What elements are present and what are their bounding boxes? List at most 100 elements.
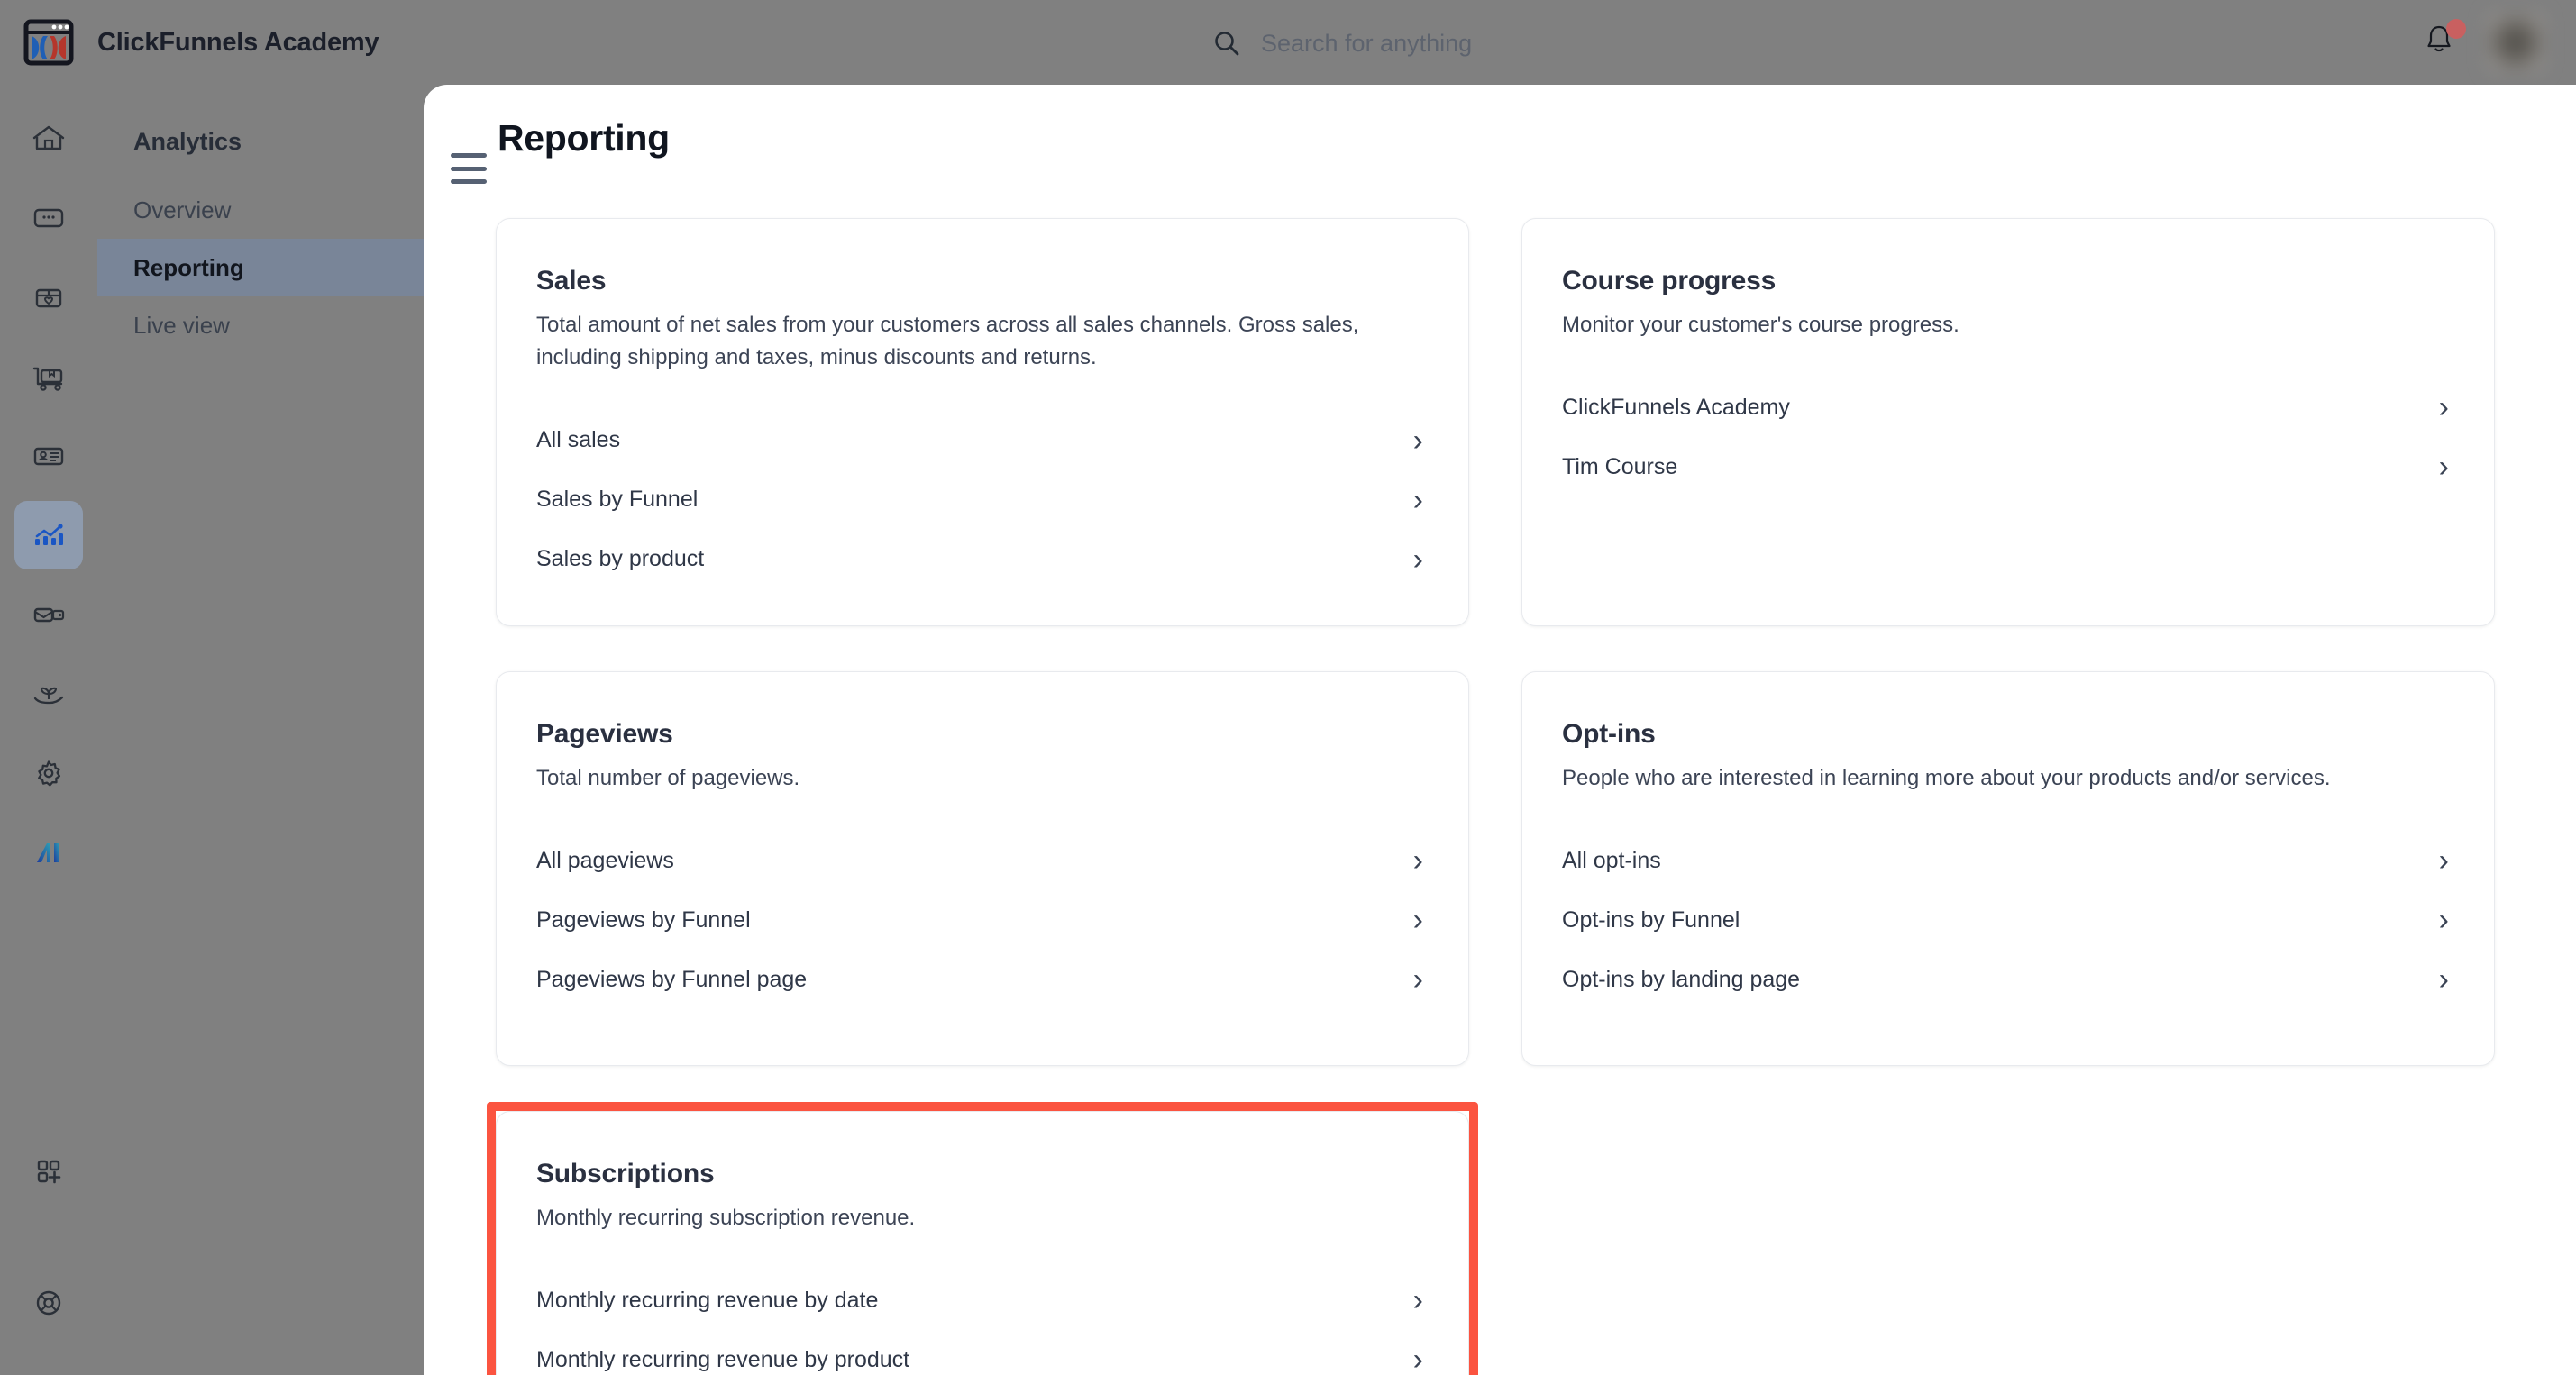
sidebar-item-label: Live view [133, 311, 230, 339]
chevron-right-icon: › [2438, 903, 2449, 938]
card-pageviews: Pageviews Total number of pageviews. All… [496, 670, 1469, 1066]
sidebar-item-apps[interactable] [14, 1137, 83, 1206]
sidebar-item-ai[interactable] [14, 818, 83, 887]
card-links: ClickFunnels Academy › Tim Course › [1562, 378, 2454, 496]
chevron-right-icon: › [2438, 390, 2449, 425]
link-tim-course[interactable]: Tim Course › [1562, 437, 2454, 496]
sidebar-item-pages[interactable] [14, 184, 83, 252]
sidebar-item-email-marketing[interactable] [14, 580, 83, 649]
notifications-button[interactable] [2421, 19, 2466, 63]
hamburger-bar [451, 153, 487, 158]
link-all-pageviews[interactable]: All pageviews › [536, 831, 1429, 890]
link-label: All pageviews [536, 847, 674, 873]
home-icon [32, 125, 65, 150]
sidebar-item-analytics[interactable] [14, 501, 83, 569]
sidebar-item-growth[interactable] [14, 660, 83, 728]
chevron-right-icon: › [1412, 903, 1423, 938]
chevron-right-icon: › [1412, 542, 1423, 577]
chevron-right-icon: › [1412, 482, 1423, 517]
sidebar-list: Overview Reporting Live view [97, 181, 424, 354]
sidebar-item-shipping[interactable] [14, 342, 83, 411]
link-mrr-by-date[interactable]: Monthly recurring revenue by date › [536, 1270, 1429, 1330]
link-label: Pageviews by Funnel [536, 906, 751, 933]
link-opt-ins-by-landing-page[interactable]: Opt-ins by landing page › [1562, 950, 2454, 1009]
card-description: Monthly recurring subscription revenue. [536, 1205, 916, 1230]
card-description: People who are interested in learning mo… [1562, 765, 2331, 790]
avatar[interactable] [2486, 13, 2545, 72]
email-marketing-icon [33, 607, 65, 623]
link-pageviews-by-funnel[interactable]: Pageviews by Funnel › [536, 890, 1429, 950]
settings-gear-icon [38, 760, 61, 787]
notification-badge [2446, 19, 2466, 39]
help-lifebuoy-icon [36, 1290, 61, 1316]
main-panel: Reporting Sales Total amount of net sale… [424, 85, 2576, 1375]
card-subscriptions: Subscriptions Monthly recurring subscrip… [496, 1110, 1469, 1375]
link-all-opt-ins[interactable]: All opt-ins › [1562, 831, 2454, 890]
clickfunnels-logo-icon [23, 19, 74, 66]
plant-hand-icon [33, 687, 64, 705]
sidebar-item-settings[interactable] [14, 739, 83, 807]
link-label: All opt-ins [1562, 847, 1661, 873]
card-sales: Sales Total amount of net sales from you… [496, 218, 1469, 626]
sidebar-section-title: Analytics [133, 128, 242, 155]
link-label: ClickFunnels Academy [1562, 394, 1790, 420]
card-links: Monthly recurring revenue by date › Mont… [536, 1270, 1429, 1375]
sidebar-item-live-view[interactable]: Live view [97, 296, 424, 354]
sidebar-item-overview[interactable]: Overview [97, 181, 424, 239]
search-input[interactable] [1261, 29, 1730, 58]
card-description: Total number of pageviews. [536, 765, 800, 790]
sidebar-item-label: Reporting [133, 253, 244, 281]
hamburger-icon[interactable] [451, 153, 487, 184]
chevron-right-icon: › [1412, 843, 1423, 879]
link-sales-by-funnel[interactable]: Sales by Funnel › [536, 470, 1429, 530]
hamburger-bar [451, 179, 487, 184]
chevron-right-icon: › [1412, 1283, 1423, 1318]
card-title: Pageviews [536, 718, 673, 749]
products-box-heart-icon [35, 288, 62, 308]
pages-icon [33, 208, 64, 228]
analytics-chart-icon [35, 524, 63, 545]
link-pageviews-by-funnel-page[interactable]: Pageviews by Funnel page › [536, 950, 1429, 1009]
link-clickfunnels-academy[interactable]: ClickFunnels Academy › [1562, 378, 2454, 437]
card-title: Course progress [1562, 266, 1777, 296]
card-title: Sales [536, 266, 607, 296]
link-mrr-by-product[interactable]: Monthly recurring revenue by product › [536, 1330, 1429, 1375]
chevron-right-icon: › [1412, 1343, 1423, 1375]
link-all-sales[interactable]: All sales › [536, 411, 1429, 470]
link-label: Opt-ins by Funnel [1562, 906, 1740, 933]
sidebar-item-reporting[interactable]: Reporting [97, 239, 424, 296]
app-root: ClickFunnels Academy Search for anything… [0, 0, 2576, 1375]
link-opt-ins-by-funnel[interactable]: Opt-ins by Funnel › [1562, 890, 2454, 950]
hamburger-bar [451, 166, 487, 171]
icon-rail-bottom [0, 1137, 97, 1348]
card-description: Total amount of net sales from your cust… [536, 313, 1359, 370]
link-label: Pageviews by Funnel page [536, 966, 808, 992]
link-sales-by-product[interactable]: Sales by product › [536, 530, 1429, 589]
chevron-right-icon: › [1412, 423, 1423, 458]
top-right-actions [2421, 13, 2545, 72]
top-bar: ClickFunnels Academy [0, 0, 2576, 85]
icon-rail [0, 85, 97, 1375]
contacts-card-icon [33, 447, 64, 466]
link-label: Monthly recurring revenue by product [536, 1346, 910, 1372]
search-icon [1215, 32, 1239, 56]
sidebar-item-contacts[interactable] [14, 422, 83, 490]
brand[interactable]: ClickFunnels Academy [23, 17, 379, 68]
link-label: Monthly recurring revenue by date [536, 1287, 879, 1313]
card-subscriptions-wrapper: Subscriptions Monthly recurring subscrip… [487, 1101, 1478, 1375]
card-description: Monitor your customer's course progress. [1562, 313, 1959, 337]
search-bar[interactable] [1212, 20, 1753, 67]
chevron-right-icon: › [2438, 962, 2449, 997]
page-title: Reporting [498, 117, 670, 159]
sidebar-item-help[interactable] [14, 1269, 83, 1337]
card-links: All sales › Sales by Funnel › Sales by p… [536, 411, 1429, 589]
sidebar-item-home[interactable] [14, 105, 83, 173]
card-title: Subscriptions [536, 1158, 715, 1188]
link-label: Opt-ins by landing page [1562, 966, 1801, 992]
report-cards-grid: Sales Total amount of net sales from you… [487, 218, 2506, 1375]
link-label: Sales by Funnel [536, 487, 699, 513]
sidebar-item-label: Overview [133, 196, 232, 223]
ai-logo-icon [37, 843, 59, 862]
card-course-progress: Course progress Monitor your customer's … [1521, 218, 2495, 626]
sidebar-item-products[interactable] [14, 263, 83, 332]
